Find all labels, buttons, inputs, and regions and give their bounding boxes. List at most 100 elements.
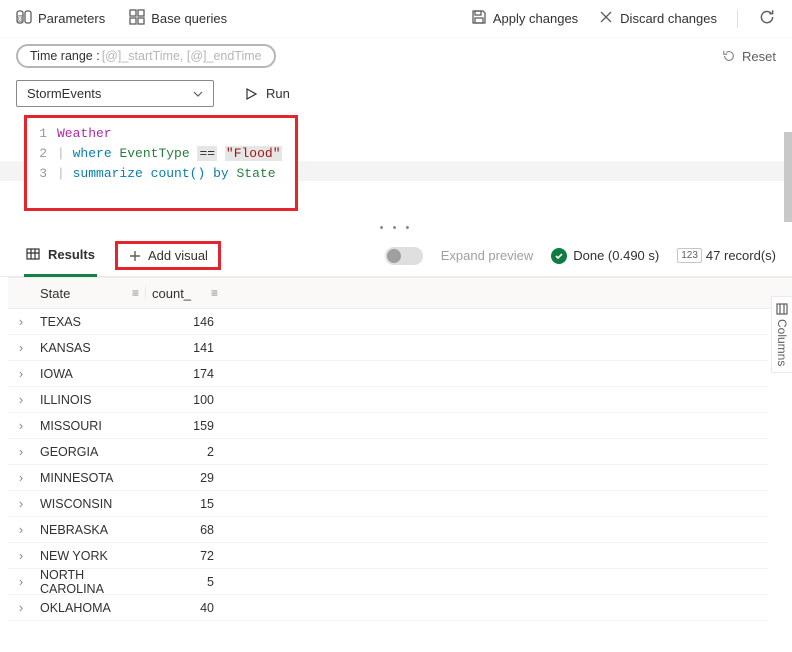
expand-row-icon[interactable]: › [8, 574, 34, 589]
time-range-pill[interactable]: Time range : [@]_startTime, [@]_endTime [16, 44, 276, 68]
undo-icon [722, 49, 736, 63]
code-token-keyword: summarize [73, 166, 143, 181]
query-editor[interactable]: 1Weather 2| where EventType == "Flood" 3… [24, 115, 298, 211]
cell-state: WISCONSIN [34, 497, 146, 511]
code-token-column: EventType [119, 146, 189, 161]
top-toolbar: @ Parameters Base queries Apply changes … [0, 0, 792, 38]
table-row[interactable]: ›MINNESOTA29 [8, 465, 768, 491]
code-token-table: Weather [57, 126, 112, 141]
table-row[interactable]: ›ILLINOIS100 [8, 387, 768, 413]
query-status: Done (0.490 s) [551, 248, 659, 264]
apply-changes-label: Apply changes [493, 11, 578, 26]
expand-row-icon[interactable]: › [8, 340, 34, 355]
parameters-label: Parameters [38, 11, 105, 26]
cell-count: 2 [146, 445, 224, 459]
parameters-button[interactable]: @ Parameters [16, 9, 105, 28]
table-row[interactable]: ›NEW YORK72 [8, 543, 768, 569]
svg-text:@: @ [16, 14, 24, 23]
time-range-bar: Time range : [@]_startTime, [@]_endTime … [0, 38, 792, 76]
minimap-scrollbar[interactable] [784, 132, 792, 222]
cell-count: 15 [146, 497, 224, 511]
apply-changes-button[interactable]: Apply changes [471, 9, 578, 28]
results-toolbar: Results Add visual Expand preview Done (… [0, 235, 792, 277]
line-number: 3 [27, 164, 57, 184]
cell-state: TEXAS [34, 315, 146, 329]
table-row[interactable]: ›GEORGIA2 [8, 439, 768, 465]
table-row[interactable]: ›NEBRASKA68 [8, 517, 768, 543]
cell-count: 141 [146, 341, 224, 355]
expand-row-icon[interactable]: › [8, 496, 34, 511]
code-token-keyword: where [73, 146, 112, 161]
expand-row-icon[interactable]: › [8, 314, 34, 329]
numeric-badge-icon: 123 [677, 248, 702, 263]
run-button[interactable]: Run [234, 81, 300, 106]
success-icon [551, 248, 567, 264]
expand-preview-label: Expand preview [441, 248, 534, 263]
cell-count: 40 [146, 601, 224, 615]
cell-state: OKLAHOMA [34, 601, 146, 615]
reset-button[interactable]: Reset [722, 49, 776, 64]
code-token-column: State [236, 166, 275, 181]
record-count: 123 47 record(s) [677, 248, 776, 263]
table-icon [26, 247, 40, 261]
expand-row-icon[interactable]: › [8, 548, 34, 563]
column-header-count-label: count_ [152, 286, 191, 301]
cell-count: 68 [146, 523, 224, 537]
database-select[interactable]: StormEvents [16, 80, 214, 107]
expand-row-icon[interactable]: › [8, 470, 34, 485]
splitter-handle[interactable]: • • • [0, 221, 792, 235]
cell-state: ILLINOIS [34, 393, 146, 407]
cell-state: IOWA [34, 367, 146, 381]
expand-row-icon[interactable]: › [8, 418, 34, 433]
expand-preview-toggle[interactable] [385, 247, 423, 265]
cell-state: NEW YORK [34, 549, 146, 563]
column-menu-icon[interactable]: ≡ [211, 286, 218, 300]
cell-state: KANSAS [34, 341, 146, 355]
code-token-string: "Flood" [225, 146, 282, 161]
parameters-icon: @ [16, 9, 32, 28]
column-header-count[interactable]: count_ ≡ [146, 286, 224, 301]
table-row[interactable]: ›NORTH CAROLINA5 [8, 569, 768, 595]
column-menu-icon[interactable]: ≡ [132, 286, 139, 300]
column-header-state[interactable]: State ≡ [34, 286, 146, 301]
cell-state: GEORGIA [34, 445, 146, 459]
refresh-button[interactable] [758, 8, 776, 29]
base-queries-button[interactable]: Base queries [129, 9, 227, 28]
expand-row-icon[interactable]: › [8, 600, 34, 615]
cell-count: 29 [146, 471, 224, 485]
expand-row-icon[interactable]: › [8, 366, 34, 381]
expand-row-icon[interactable]: › [8, 522, 34, 537]
run-label: Run [266, 86, 290, 101]
cell-count: 146 [146, 315, 224, 329]
line-number: 2 [27, 144, 57, 164]
cell-count: 159 [146, 419, 224, 433]
columns-label: Columns [775, 319, 789, 366]
query-toolbar: StormEvents Run [0, 76, 792, 115]
table-row[interactable]: ›WISCONSIN15 [8, 491, 768, 517]
cell-state: NEBRASKA [34, 523, 146, 537]
expand-row-icon[interactable]: › [8, 444, 34, 459]
add-visual-button[interactable]: Add visual [115, 241, 221, 270]
cell-state: MINNESOTA [34, 471, 146, 485]
expand-row-icon[interactable]: › [8, 392, 34, 407]
table-row[interactable]: ›OKLAHOMA40 [8, 595, 768, 621]
discard-changes-label: Discard changes [620, 11, 717, 26]
code-token-operator: == [197, 146, 217, 161]
time-range-label: Time range : [30, 49, 100, 63]
plus-icon [128, 249, 142, 263]
table-row[interactable]: ›TEXAS146 [8, 309, 768, 335]
base-queries-label: Base queries [151, 11, 227, 26]
chevron-down-icon [193, 89, 203, 99]
tab-results[interactable]: Results [24, 235, 97, 277]
column-header-state-label: State [40, 286, 70, 301]
cell-count: 174 [146, 367, 224, 381]
columns-side-panel[interactable]: Columns [771, 296, 792, 373]
grid-header: State ≡ count_ ≡ [8, 277, 792, 309]
close-icon [598, 9, 614, 28]
discard-changes-button[interactable]: Discard changes [598, 9, 717, 28]
table-row[interactable]: ›MISSOURI159 [8, 413, 768, 439]
cell-state: NORTH CAROLINA [34, 568, 146, 596]
grid-body[interactable]: ›TEXAS146›KANSAS141›IOWA174›ILLINOIS100›… [8, 309, 768, 621]
table-row[interactable]: ›IOWA174 [8, 361, 768, 387]
table-row[interactable]: ›KANSAS141 [8, 335, 768, 361]
